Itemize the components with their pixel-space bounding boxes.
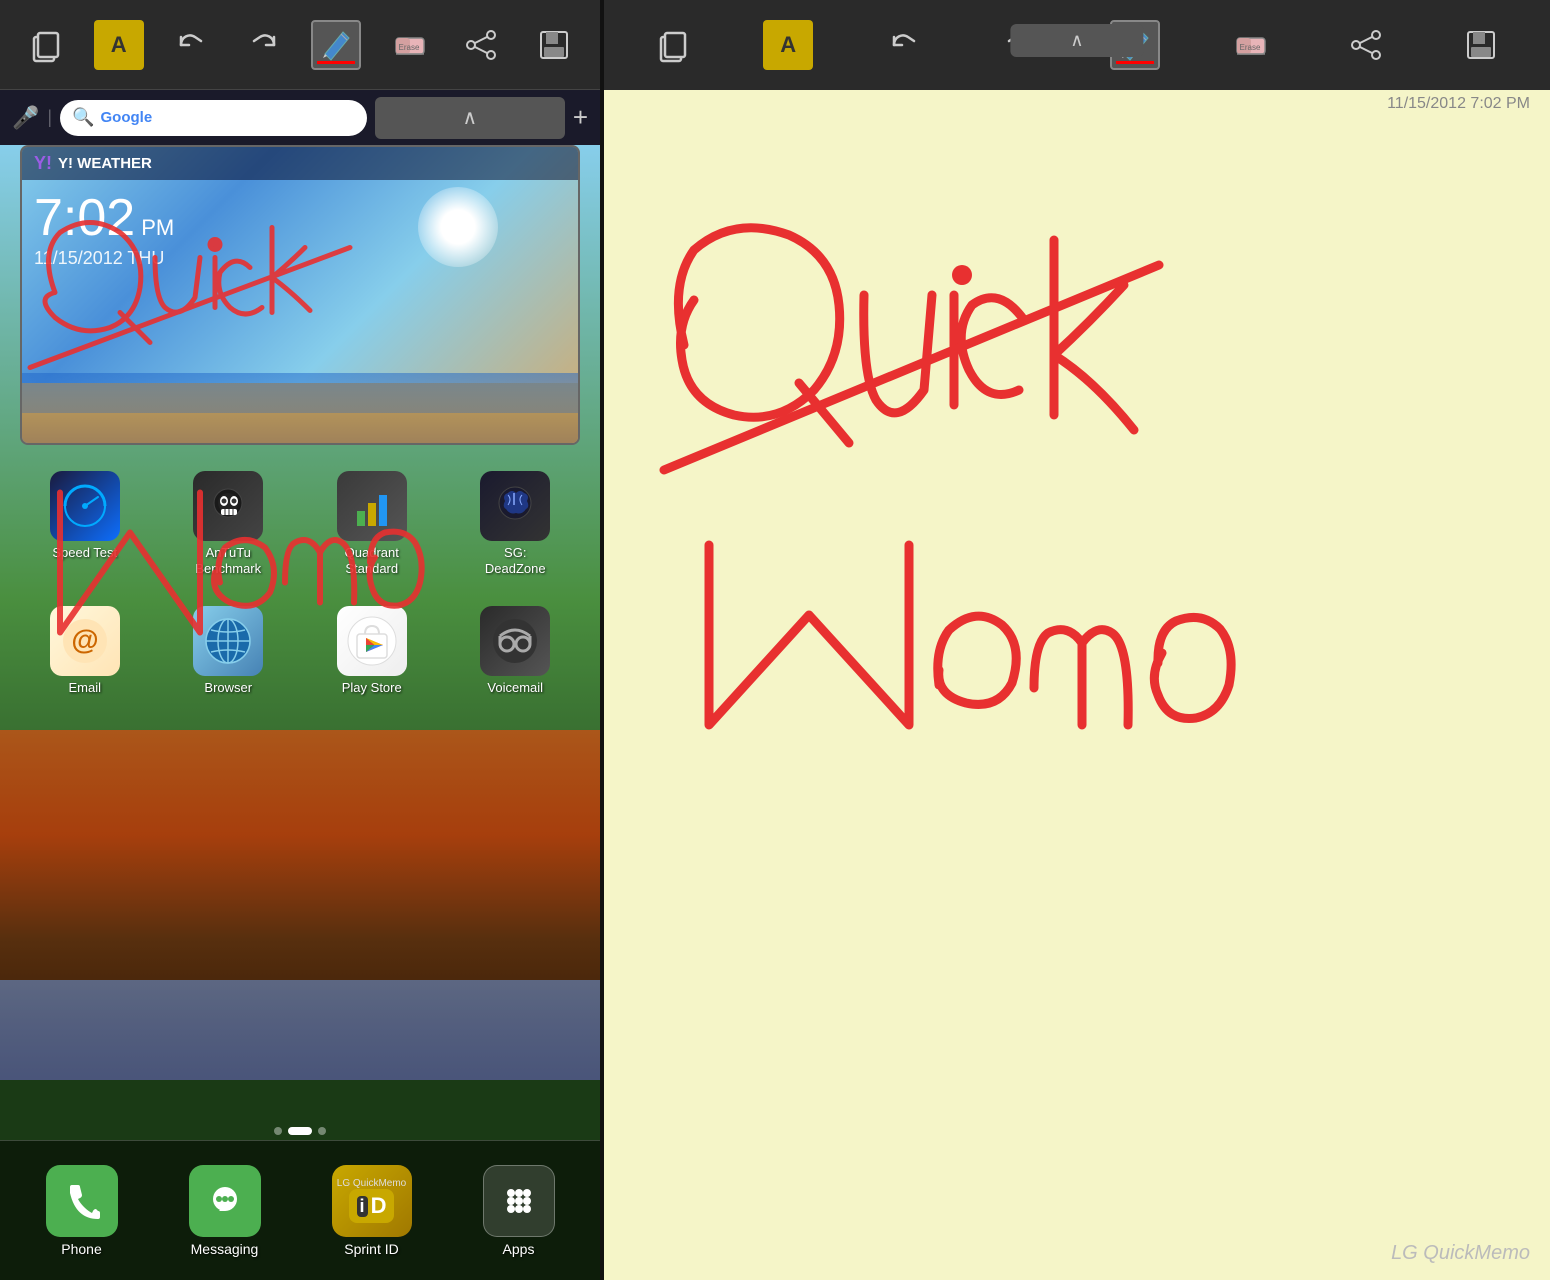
phone-label: Phone (61, 1241, 101, 1257)
speedtest-label: Speed Test (52, 545, 117, 561)
right-share-icon[interactable] (1341, 20, 1391, 70)
speedtest-icon (50, 471, 120, 541)
quadrant-icon (337, 471, 407, 541)
app-speedtest[interactable]: Speed Test (16, 471, 154, 576)
dock-messaging[interactable]: Messaging (189, 1165, 261, 1257)
weather-time: 7:02 (34, 192, 135, 244)
plus-icon[interactable]: + (573, 102, 588, 133)
right-quickmemo-panel: A Erase (604, 0, 1550, 1280)
right-expand-button[interactable]: ∧ (1010, 24, 1143, 57)
yahoo-y: Y! (34, 153, 52, 174)
mic-icon[interactable]: 🎤 (12, 105, 39, 131)
eraser-icon[interactable]: Erase (384, 20, 434, 70)
playstore-label: Play Store (342, 680, 402, 696)
left-toolbar: A Erase (0, 0, 600, 90)
weather-header: Y! Y! WEATHER (22, 147, 578, 180)
lg-quickmemo-label-right: LG QuickMemo (1391, 1242, 1530, 1265)
app-email[interactable]: @ Email (16, 606, 154, 696)
memo-timestamp: 11/15/2012 7:02 PM (1387, 95, 1530, 113)
right-text-icon[interactable]: A (763, 20, 813, 70)
app-voicemail[interactable]: Voicemail (447, 606, 585, 696)
sprintid-label: Sprint ID (344, 1241, 398, 1257)
svg-text:Erase: Erase (1240, 43, 1261, 52)
right-undo-icon[interactable] (879, 20, 929, 70)
dock-phone[interactable]: Phone (46, 1165, 118, 1257)
app-sg-deadzone[interactable]: SG:DeadZone (447, 471, 585, 576)
apps-label: Apps (503, 1241, 535, 1257)
pencil-icon[interactable] (311, 20, 361, 70)
quickmemo-handwriting (604, 80, 1550, 1280)
share-icon[interactable] (456, 20, 506, 70)
water-bg (0, 980, 600, 1080)
save-icon[interactable] (529, 20, 579, 70)
sg-label: SG:DeadZone (485, 545, 546, 576)
email-icon: @ (50, 606, 120, 676)
playstore-icon (337, 606, 407, 676)
page-dot-2 (288, 1127, 312, 1135)
phone-icon (46, 1165, 118, 1237)
copy-icon[interactable] (21, 20, 71, 70)
messaging-icon (189, 1165, 261, 1237)
app-grid-row2: @ Email Browser (10, 600, 590, 702)
app-quadrant[interactable]: QuadrantStandard (303, 471, 441, 576)
google-search-box[interactable]: 🔍 Google (60, 100, 367, 136)
weather-label: Y! WEATHER (58, 155, 152, 172)
weather-ampm: PM (141, 215, 174, 241)
right-eraser-icon[interactable]: Erase (1225, 20, 1275, 70)
antutu-icon (193, 471, 263, 541)
app-playstore[interactable]: Play Store (303, 606, 441, 696)
search-bar: 🎤 | 🔍 Google ∧ + (0, 90, 600, 145)
svg-text:@: @ (71, 624, 98, 655)
page-dot-3 (318, 1127, 326, 1135)
right-copy-icon[interactable] (648, 20, 698, 70)
antutu-label: AnTuTuBenchmark (195, 545, 261, 576)
browser-label: Browser (204, 680, 252, 696)
page-indicator (274, 1127, 326, 1135)
email-label: Email (68, 680, 101, 696)
water-area (22, 373, 578, 413)
search-icon: 🔍 (72, 107, 94, 128)
text-icon[interactable]: A (94, 20, 144, 70)
quadrant-label: QuadrantStandard (345, 545, 399, 576)
redo-icon[interactable] (239, 20, 289, 70)
messaging-label: Messaging (191, 1241, 259, 1257)
voicemail-icon (480, 606, 550, 676)
voicemail-label: Voicemail (487, 680, 543, 696)
app-grid-row1: Speed Test AnTuTuBenchmark (10, 465, 590, 582)
expand-button[interactable]: ∧ (375, 97, 565, 139)
sun-graphic (418, 187, 498, 267)
undo-icon[interactable] (166, 20, 216, 70)
svg-text:Erase: Erase (398, 43, 419, 52)
app-antutu[interactable]: AnTuTuBenchmark (160, 471, 298, 576)
apps-icon (483, 1165, 555, 1237)
browser-icon (193, 606, 263, 676)
sg-icon (480, 471, 550, 541)
right-save-icon[interactable] (1456, 20, 1506, 70)
right-toolbar: A Erase (604, 0, 1550, 90)
dock-sprintid[interactable]: LG QuickMemo i D Sprint ID (332, 1165, 412, 1257)
left-phone-panel: A Erase (0, 0, 600, 1280)
weather-widget[interactable]: Y! Y! WEATHER 7:02 PM 11/15/2012 THU Tap… (20, 145, 580, 445)
app-dock: Phone Messaging LG QuickMemo (0, 1140, 600, 1280)
dock-apps[interactable]: Apps (483, 1165, 555, 1257)
google-logo: Google (101, 109, 153, 126)
page-dot-1 (274, 1127, 282, 1135)
sprintid-icon: LG QuickMemo i D (332, 1165, 412, 1237)
app-browser[interactable]: Browser (160, 606, 298, 696)
